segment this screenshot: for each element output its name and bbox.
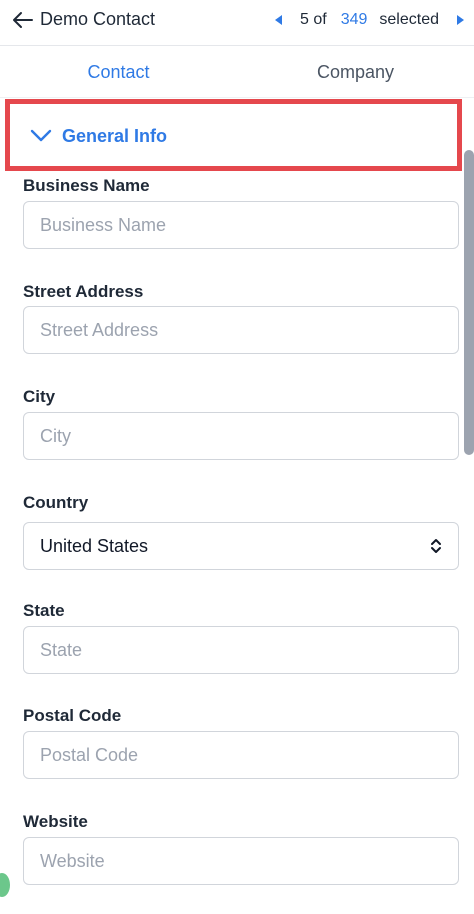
country-select[interactable]: United States: [23, 522, 459, 570]
postal-code-label: Postal Code: [23, 706, 122, 725]
tab-bar: Contact Company: [0, 48, 474, 98]
chevron-up-down-icon: [431, 539, 441, 553]
next-record-icon[interactable]: [457, 15, 464, 25]
state-label: State: [23, 601, 65, 620]
pager-current: 5 of: [300, 11, 327, 28]
record-pager: 5 of 349 selected: [275, 11, 464, 29]
page-title: Demo Contact: [40, 9, 156, 29]
previous-record-icon[interactable]: [275, 15, 283, 25]
city-label: City: [23, 387, 56, 406]
business-name-label: Business Name: [23, 176, 150, 195]
country-selected-value: United States: [40, 535, 149, 556]
floating-action-indicator[interactable]: [0, 873, 10, 897]
postal-code-input[interactable]: [23, 731, 459, 779]
country-label: Country: [23, 493, 89, 512]
state-input[interactable]: [23, 626, 459, 674]
street-address-label: Street Address: [23, 282, 144, 301]
chevron-down-icon: [30, 129, 52, 142]
website-input[interactable]: [23, 837, 459, 885]
pager-total[interactable]: 349: [341, 11, 368, 29]
back-arrow-icon[interactable]: [12, 10, 34, 30]
section-title: General Info: [62, 126, 168, 146]
city-input[interactable]: [23, 412, 459, 460]
scrollbar[interactable]: [464, 150, 474, 455]
tab-contact[interactable]: Contact: [0, 48, 237, 97]
street-address-input[interactable]: [23, 306, 459, 354]
top-bar: Demo Contact 5 of 349 selected: [0, 0, 474, 46]
business-name-input[interactable]: [23, 201, 459, 249]
website-label: Website: [23, 812, 88, 831]
pager-selected-label: selected: [379, 11, 439, 28]
general-info-section-header[interactable]: General Info: [5, 99, 462, 171]
tab-company[interactable]: Company: [237, 48, 474, 97]
